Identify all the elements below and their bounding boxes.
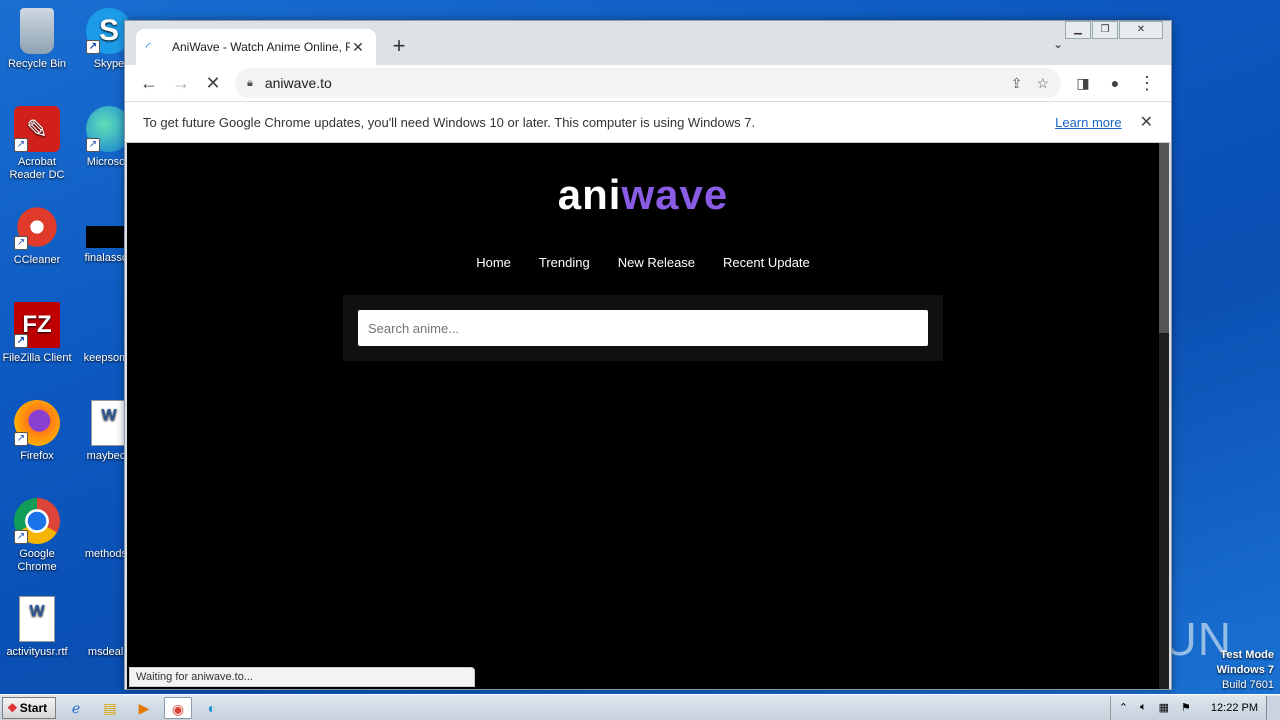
recycle-bin-icon (20, 8, 54, 54)
desktop-icon-label: FileZilla Client (2, 352, 72, 364)
filezilla-icon: FZ ↗ (14, 302, 60, 348)
nav-trending[interactable]: Trending (539, 255, 590, 270)
test-mode-line2: Windows 7 (1216, 664, 1274, 676)
side-panel-icon[interactable]: ◨ (1067, 67, 1099, 99)
update-infobar: To get future Google Chrome updates, you… (125, 101, 1171, 143)
forward-button[interactable]: → (165, 67, 197, 99)
page-scrollbar[interactable] (1159, 143, 1169, 689)
taskbar-edge-icon[interactable]: ◐ (198, 697, 226, 719)
show-desktop-button[interactable] (1266, 695, 1280, 720)
nav-home[interactable]: Home (476, 255, 511, 270)
loading-spinner-icon: ◜ (146, 40, 151, 54)
firefox-icon: ↗ (14, 400, 60, 446)
desktop-icon-ccleaner[interactable]: ↗ CCleaner (0, 204, 74, 267)
word-document-icon: W (91, 400, 127, 446)
logo-part-wave: wave (621, 171, 729, 218)
menu-kebab-icon[interactable]: ⋮ (1131, 67, 1163, 99)
taskbar-chrome-icon[interactable]: ◉ (164, 696, 192, 719)
back-button[interactable]: ← (133, 67, 165, 99)
tab-title: AniWave - Watch Anime Online, Free (172, 40, 350, 54)
start-button[interactable]: ❖ Start (2, 696, 56, 719)
system-tray: ⌃ 🔈︎ ▦ ⚑ 12:22 PM (1109, 695, 1266, 720)
share-icon[interactable]: ⇪ (1011, 75, 1023, 92)
desktop-icon-acrobat[interactable]: ✎ ↗ Acrobat Reader DC (0, 106, 74, 182)
desktop-icon-activityusr[interactable]: W activityusr.rtf (0, 596, 74, 659)
desktop-icon-label: Google Chrome (17, 548, 57, 573)
word-document-icon: W (19, 596, 55, 642)
chrome-window: ◜ AniWave - Watch Anime Online, Free ✕ +… (124, 20, 1172, 690)
tab-search-chevron-icon[interactable]: ⌄ (1053, 37, 1063, 51)
browser-toolbar: ← → ✕ 🔒︎ aniwave.to ⇪ ☆ ◨ ● ⋮ (125, 65, 1171, 101)
profile-avatar-icon[interactable]: ● (1099, 67, 1131, 99)
window-close-button[interactable]: ✕ (1119, 21, 1163, 39)
lock-icon[interactable]: 🔒︎ (247, 77, 253, 90)
search-input[interactable] (358, 310, 928, 346)
main-nav: Home Trending New Release Recent Update (127, 255, 1159, 270)
infobar-message: To get future Google Chrome updates, you… (143, 114, 756, 130)
bookmark-star-icon[interactable]: ☆ (1036, 75, 1049, 92)
desktop-icon-label: CCleaner (13, 254, 61, 266)
nav-new-release[interactable]: New Release (618, 255, 695, 270)
desktop-icon-recycle-bin[interactable]: Recycle Bin (0, 8, 74, 71)
minimize-button[interactable]: ▁ (1065, 21, 1091, 39)
chrome-icon: ↗ (14, 498, 60, 544)
window-controls: ▁ ❐ ✕ (1064, 21, 1163, 39)
infobar-close-icon[interactable]: ✕ (1140, 112, 1153, 132)
windows-flag-icon: ❖ (7, 700, 18, 715)
taskbar: ❖ Start ℯ ▤ ▶ ◉ ◐ ⌃ 🔈︎ ▦ ⚑ 12:22 PM (0, 694, 1280, 720)
tray-clock[interactable]: 12:22 PM (1211, 702, 1258, 714)
page-viewport: aniwave Home Trending New Release Recent… (127, 143, 1159, 689)
nav-recent-update[interactable]: Recent Update (723, 255, 810, 270)
desktop-icon-label: Firefox (20, 450, 54, 462)
desktop-icon-label: Skype (93, 58, 125, 70)
tab-close-icon[interactable]: ✕ (350, 39, 366, 56)
action-center-flag-icon[interactable]: ⚑ (1181, 701, 1191, 714)
scrollbar-thumb[interactable] (1159, 143, 1169, 333)
desktop-icon-label: Acrobat Reader DC (9, 156, 65, 181)
test-mode-line3: Build 7601 (1222, 679, 1274, 691)
volume-icon[interactable]: 🔈︎ (1140, 701, 1147, 714)
desktop-icon-firefox[interactable]: ↗ Firefox (0, 400, 74, 463)
desktop-icon-label: activityusr.rtf (6, 646, 68, 658)
logo-part-ani: ani (557, 171, 622, 218)
start-label: Start (19, 700, 48, 715)
desktop-icon-label: Recycle Bin (7, 58, 67, 70)
learn-more-link[interactable]: Learn more (1055, 115, 1121, 130)
restore-button[interactable]: ❐ (1092, 21, 1118, 39)
test-mode-notice: Test Mode Windows 7 Build 7601 (1217, 648, 1274, 693)
tab-strip: ◜ AniWave - Watch Anime Online, Free ✕ +… (125, 21, 1171, 65)
tray-expand-icon[interactable]: ⌃ (1119, 701, 1128, 714)
taskbar-explorer-icon[interactable]: ▤ (96, 697, 124, 719)
aniwave-logo[interactable]: aniwave (127, 171, 1159, 219)
desktop-icon-google-chrome[interactable]: ↗ Google Chrome (0, 498, 74, 574)
taskbar-media-player-icon[interactable]: ▶ (130, 697, 158, 719)
test-mode-line1: Test Mode (1220, 649, 1274, 661)
tab-aniwave[interactable]: ◜ AniWave - Watch Anime Online, Free ✕ (136, 29, 376, 65)
url-text[interactable]: aniwave.to (265, 75, 997, 91)
acrobat-icon: ✎ ↗ (14, 106, 60, 152)
network-icon[interactable]: ▦ (1159, 701, 1169, 714)
ccleaner-icon: ↗ (14, 204, 60, 250)
stop-loading-button[interactable]: ✕ (197, 67, 229, 99)
status-bubble: Waiting for aniwave.to... (129, 667, 475, 687)
search-panel (343, 295, 943, 361)
taskbar-ie-icon[interactable]: ℯ (62, 697, 90, 719)
desktop-icon-filezilla[interactable]: FZ ↗ FileZilla Client (0, 302, 74, 365)
new-tab-button[interactable]: + (387, 35, 411, 59)
address-bar[interactable]: 🔒︎ aniwave.to ⇪ ☆ (235, 68, 1061, 98)
